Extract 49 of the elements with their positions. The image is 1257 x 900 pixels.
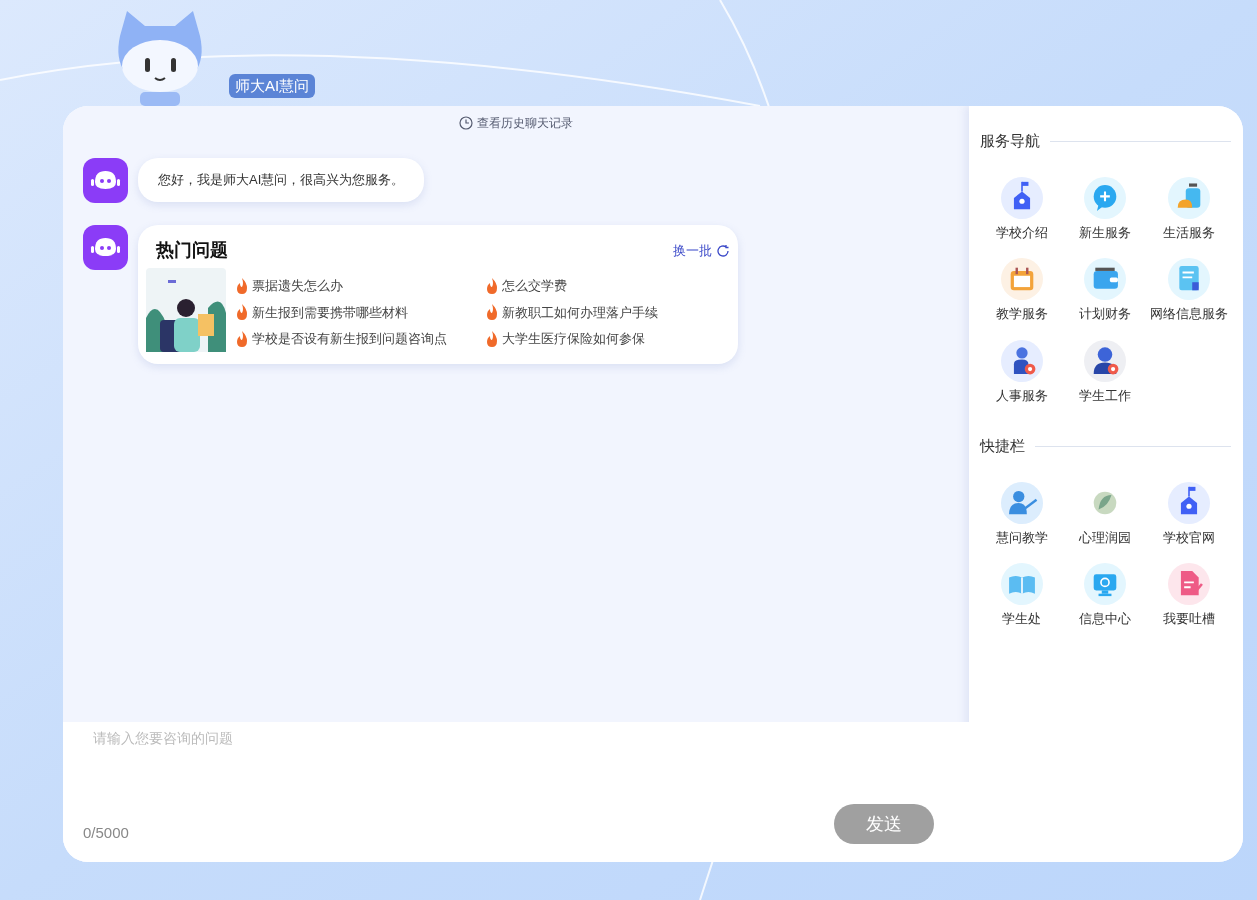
bot-avatar-icon <box>83 225 128 270</box>
section-title: 服务导航 <box>980 131 1040 151</box>
bot-avatar-icon <box>83 158 128 203</box>
service-shortcut[interactable]: 学校介绍 <box>980 176 1064 242</box>
hot-question-link[interactable]: 票据遗失怎么办 <box>236 276 466 296</box>
refresh-icon <box>716 243 730 258</box>
service-shortcut[interactable]: 学校官网 <box>1147 481 1231 547</box>
clock-icon <box>459 116 473 130</box>
hot-question-link[interactable]: 怎么交学费 <box>486 276 716 296</box>
service-shortcut[interactable]: 我要吐槽 <box>1147 563 1231 629</box>
note-pencil-icon <box>1168 563 1211 605</box>
hot-question-link[interactable]: 学校是否设有新生报到问题咨询点 <box>236 329 466 349</box>
open-book-icon <box>1000 563 1043 605</box>
section-title: 快捷栏 <box>980 436 1025 456</box>
service-shortcut[interactable]: 新生服务 <box>1063 176 1148 242</box>
school-building-icon <box>1000 176 1043 219</box>
service-shortcut[interactable]: 学生处 <box>980 563 1064 629</box>
luggage-icon <box>1168 176 1211 219</box>
history-link[interactable]: 查看历史聊天记录 <box>459 114 573 132</box>
fire-icon <box>486 277 498 294</box>
refresh-button[interactable]: 换一批 <box>673 240 730 261</box>
wallet-icon <box>1084 258 1127 300</box>
service-shortcut[interactable]: 计划财务 <box>1063 258 1148 324</box>
teacher-icon <box>1000 481 1043 524</box>
speech-bubble-icon <box>1084 176 1127 219</box>
service-shortcut[interactable]: 人事服务 <box>980 339 1064 405</box>
service-shortcut[interactable]: 生活服务 <box>1147 176 1231 242</box>
fire-icon <box>236 330 248 347</box>
card-title: 热门问题 <box>156 239 228 262</box>
fire-icon <box>236 277 248 294</box>
service-shortcut[interactable]: 慧问教学 <box>980 481 1064 547</box>
monitor-icon <box>1084 563 1127 605</box>
fire-icon <box>486 304 498 321</box>
service-shortcut[interactable]: 网络信息服务 <box>1147 258 1231 324</box>
service-shortcut[interactable]: 信息中心 <box>1063 563 1148 629</box>
greeting-message: 您好，我是师大AI慧问，很高兴为您服务。 <box>138 158 425 202</box>
character-counter: 0/5000 <box>83 822 129 843</box>
service-shortcut[interactable]: 学生工作 <box>1063 339 1148 405</box>
service-shortcut[interactable]: 教学服务 <box>980 258 1064 324</box>
fire-icon <box>486 330 498 347</box>
hot-question-link[interactable]: 新教职工如何办理落户手续 <box>486 302 716 322</box>
service-shortcut[interactable]: 心理润园 <box>1063 481 1148 547</box>
calendar-icon <box>1000 258 1043 300</box>
document-icon <box>1168 258 1211 300</box>
hot-question-link[interactable]: 新生报到需要携带哪些材料 <box>236 302 466 322</box>
app-title: 师大AI慧问 <box>229 73 316 98</box>
hot-question-link[interactable]: 大学生医疗保险如何参保 <box>486 329 716 349</box>
fire-icon <box>236 304 248 321</box>
school-building-icon <box>1168 481 1211 524</box>
